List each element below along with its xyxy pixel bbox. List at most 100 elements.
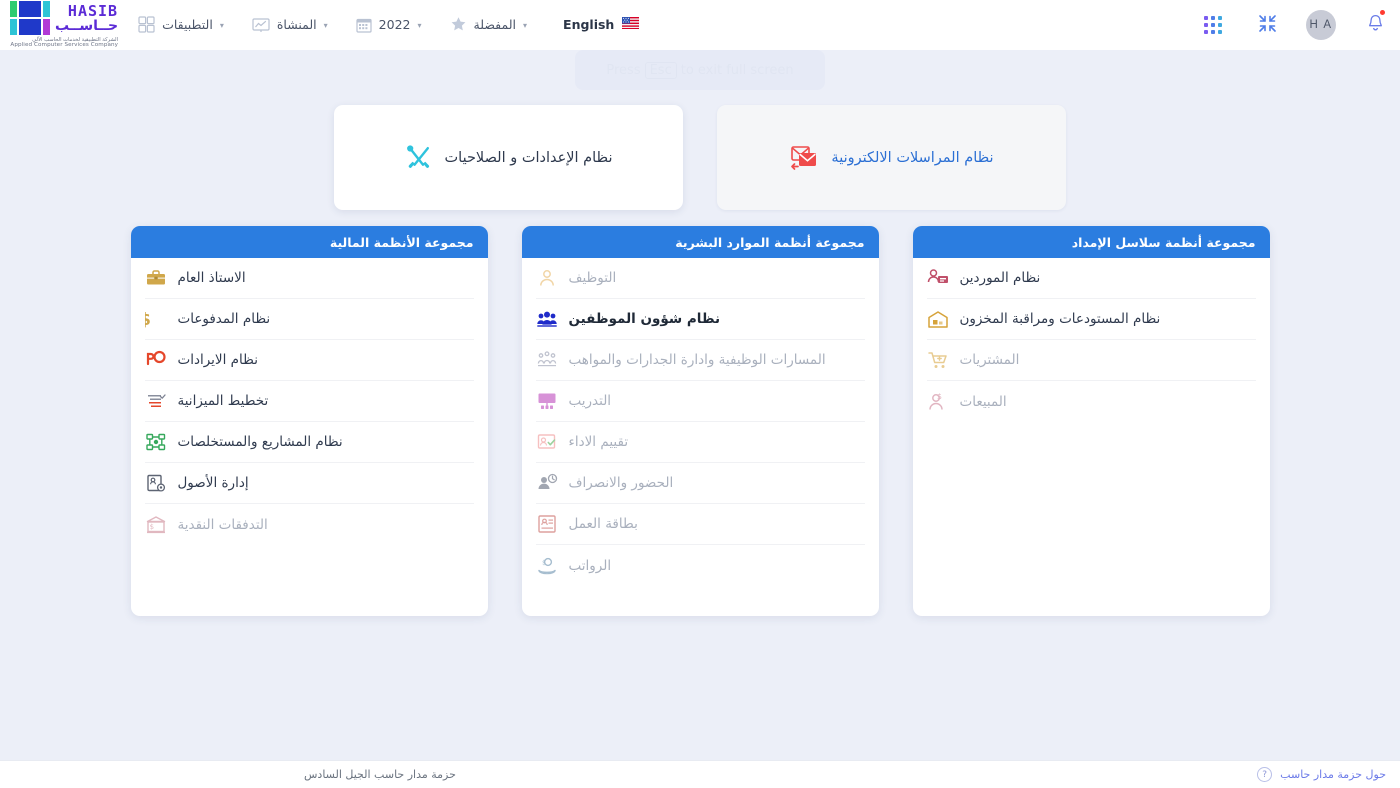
chevron-down-icon: ▾ (323, 20, 328, 30)
module-item-payments[interactable]: $ نظام المدفوعات (144, 299, 474, 340)
calendar-icon (356, 17, 372, 33)
module-item-work-card[interactable]: بطاقة العمل (535, 504, 865, 545)
nav-organization[interactable]: ▾ المنشاة (238, 17, 342, 33)
avatar: H A (1306, 10, 1336, 40)
chevron-down-icon: ▾ (219, 20, 224, 30)
footer-bar: حول حزمة مدار حاسب ? حزمة مدار حاسب الجي… (0, 760, 1400, 788)
module-item-asset-management[interactable]: إدارة الأصول (144, 463, 474, 504)
module-item-cash-flows[interactable]: $ التدفقات النقدية (145, 504, 474, 545)
card-settings-permissions-label: نظام الإعدادات و الصلاحيات (444, 149, 613, 166)
module-item-work-card-label: بطاقة العمل (568, 516, 638, 532)
nav-fiscal-year[interactable]: ▾ 2022 (342, 17, 436, 33)
nav-fiscal-year-label: 2022 (378, 17, 411, 33)
about-link[interactable]: حول حزمة مدار حاسب (1280, 768, 1386, 781)
bell-icon (1366, 13, 1385, 37)
module-item-recruitment[interactable]: التوظيف (535, 258, 865, 299)
module-item-cash-flows-label: التدفقات النقدية (177, 516, 268, 533)
module-item-attendance-label: الحضور والانصراف (568, 475, 674, 491)
projects-network-icon (145, 431, 167, 453)
module-item-warehouse-label: نظام المستودعات ومراقبة المخزون (959, 311, 1161, 327)
module-item-revenues[interactable]: نظام الايرادات (144, 340, 474, 381)
user-avatar-button[interactable]: H A (1304, 8, 1338, 42)
top-feature-cards: نظام المراسلات الالكترونية نظام الإعدادا… (0, 50, 1400, 210)
svg-text:$: $ (145, 310, 151, 329)
module-card-human-resources-title: مجموعة أنظمة الموارد البشرية (521, 226, 879, 258)
module-item-attendance[interactable]: الحضور والانصراف (535, 463, 865, 504)
module-item-training[interactable]: التدريب (535, 381, 865, 422)
notifications-button[interactable] (1358, 8, 1392, 42)
nav-applications[interactable]: ▾ التطبيقات (124, 16, 238, 34)
svg-text:$: $ (936, 392, 941, 401)
module-item-projects[interactable]: نظام المشاريع والمستخلصات (144, 422, 474, 463)
logo-arabic-text: حــاســب (55, 17, 119, 34)
module-item-sales-label: المبيعات (959, 393, 1007, 410)
nav-favorites-label: المفضلة (473, 17, 517, 33)
grid-apps-icon (1204, 16, 1222, 34)
chevron-down-icon: ▾ (417, 20, 422, 30)
briefcase-icon (145, 267, 167, 289)
module-card-human-resources-list: التوظيف نظام شؤون الموظفين المسارات الوظ… (522, 258, 879, 586)
nav-applications-label: التطبيقات (162, 17, 213, 33)
sales-person-icon: $ (927, 391, 949, 413)
main-content: نظام المراسلات الالكترونية نظام الإعدادا… (0, 50, 1400, 616)
organization-chart-icon (252, 17, 270, 33)
chevron-down-icon: ▾ (523, 20, 528, 30)
top-navigation-bar: English ▾ المفضلة ▾ 2022 ▾ المنشاة ▾ الت… (0, 0, 1400, 50)
shopping-cart-icon (927, 349, 949, 371)
card-electronic-correspondence[interactable]: نظام المراسلات الالكترونية (717, 105, 1066, 210)
work-card-icon (536, 513, 558, 535)
exit-fullscreen-button[interactable] (1250, 8, 1284, 42)
tools-wrench-screwdriver-icon (405, 144, 433, 172)
topbar-left-cluster: H A (1186, 8, 1392, 42)
module-item-performance-evaluation[interactable]: تقييم الاداء (535, 422, 865, 463)
module-card-supply-chain: مجموعة أنظمة سلاسل الإمداد نظام الموردين (912, 226, 1270, 616)
us-flag-icon (622, 17, 640, 32)
revenue-tag-icon (145, 349, 167, 371)
logo-wordmark: HASIB حــاســب (55, 3, 119, 34)
module-item-projects-label: نظام المشاريع والمستخلصات (177, 434, 343, 450)
module-item-payments-label: نظام المدفوعات (177, 311, 271, 327)
module-card-financial: مجموعة الأنظمة المالية الاستاذ العام $ ن… (130, 226, 488, 616)
card-settings-permissions[interactable]: نظام الإعدادات و الصلاحيات (334, 105, 683, 210)
question-mark-icon[interactable]: ? (1257, 767, 1273, 782)
module-item-career-paths[interactable]: المسارات الوظيفية وادارة الجدارات والموا… (535, 340, 865, 381)
module-card-financial-list: الاستاذ العام $ نظام المدفوعات نظام الاي… (131, 258, 488, 545)
module-card-human-resources: مجموعة أنظمة الموارد البشرية التوظيف نظا… (521, 226, 879, 616)
module-item-purchases-label: المشتريات (959, 352, 1020, 368)
module-item-suppliers[interactable]: نظام الموردين (926, 258, 1256, 299)
module-item-general-ledger[interactable]: الاستاذ العام (144, 258, 474, 299)
warehouse-icon (927, 308, 949, 330)
module-item-employee-affairs-label: نظام شؤون الموظفين (568, 311, 721, 327)
nav-favorites[interactable]: ▾ المفضلة (436, 16, 542, 33)
module-card-financial-title: مجموعة الأنظمة المالية (130, 226, 488, 258)
top-nav-menus: English ▾ المفضلة ▾ 2022 ▾ المنشاة ▾ الت… (124, 16, 655, 34)
module-item-payroll-label: الرواتب (568, 557, 612, 574)
topbar-right-cluster: English ▾ المفضلة ▾ 2022 ▾ المنشاة ▾ الت… (0, 1, 655, 49)
attendance-clock-icon (536, 472, 558, 494)
star-icon (450, 16, 467, 33)
svg-text:$: $ (149, 523, 153, 531)
module-card-supply-chain-list: نظام الموردين نظام المستودعات ومراقبة ال… (913, 258, 1270, 422)
module-item-revenues-label: نظام الايرادات (177, 352, 258, 368)
module-item-performance-evaluation-label: تقييم الاداء (568, 434, 629, 450)
module-item-sales[interactable]: $ المبيعات (927, 381, 1256, 422)
apps-launcher-button[interactable] (1196, 8, 1230, 42)
bank-cashflow-icon: $ (145, 514, 167, 536)
notification-badge-dot (1380, 10, 1385, 15)
apps-grid-icon (138, 16, 155, 34)
module-item-payroll[interactable]: $ الرواتب (536, 545, 865, 586)
nav-organization-label: المنشاة (276, 17, 317, 33)
language-switcher[interactable]: English (541, 17, 655, 32)
dollar-sign-icon: $ (145, 308, 167, 330)
career-path-icon (536, 349, 558, 371)
module-item-warehouse[interactable]: نظام المستودعات ومراقبة المخزون (926, 299, 1256, 340)
module-item-employee-affairs[interactable]: نظام شؤون الموظفين (535, 299, 865, 340)
card-electronic-correspondence-label: نظام المراسلات الالكترونية (831, 149, 994, 166)
payroll-icon: $ (536, 555, 558, 577)
module-item-purchases[interactable]: المشتريات (926, 340, 1256, 381)
mail-envelope-icon (789, 144, 819, 172)
module-item-budget-planning[interactable]: تخطيط الميزانية (144, 381, 474, 422)
language-label: English (563, 17, 615, 33)
module-item-asset-management-label: إدارة الأصول (177, 475, 249, 491)
person-hire-icon (536, 267, 558, 289)
